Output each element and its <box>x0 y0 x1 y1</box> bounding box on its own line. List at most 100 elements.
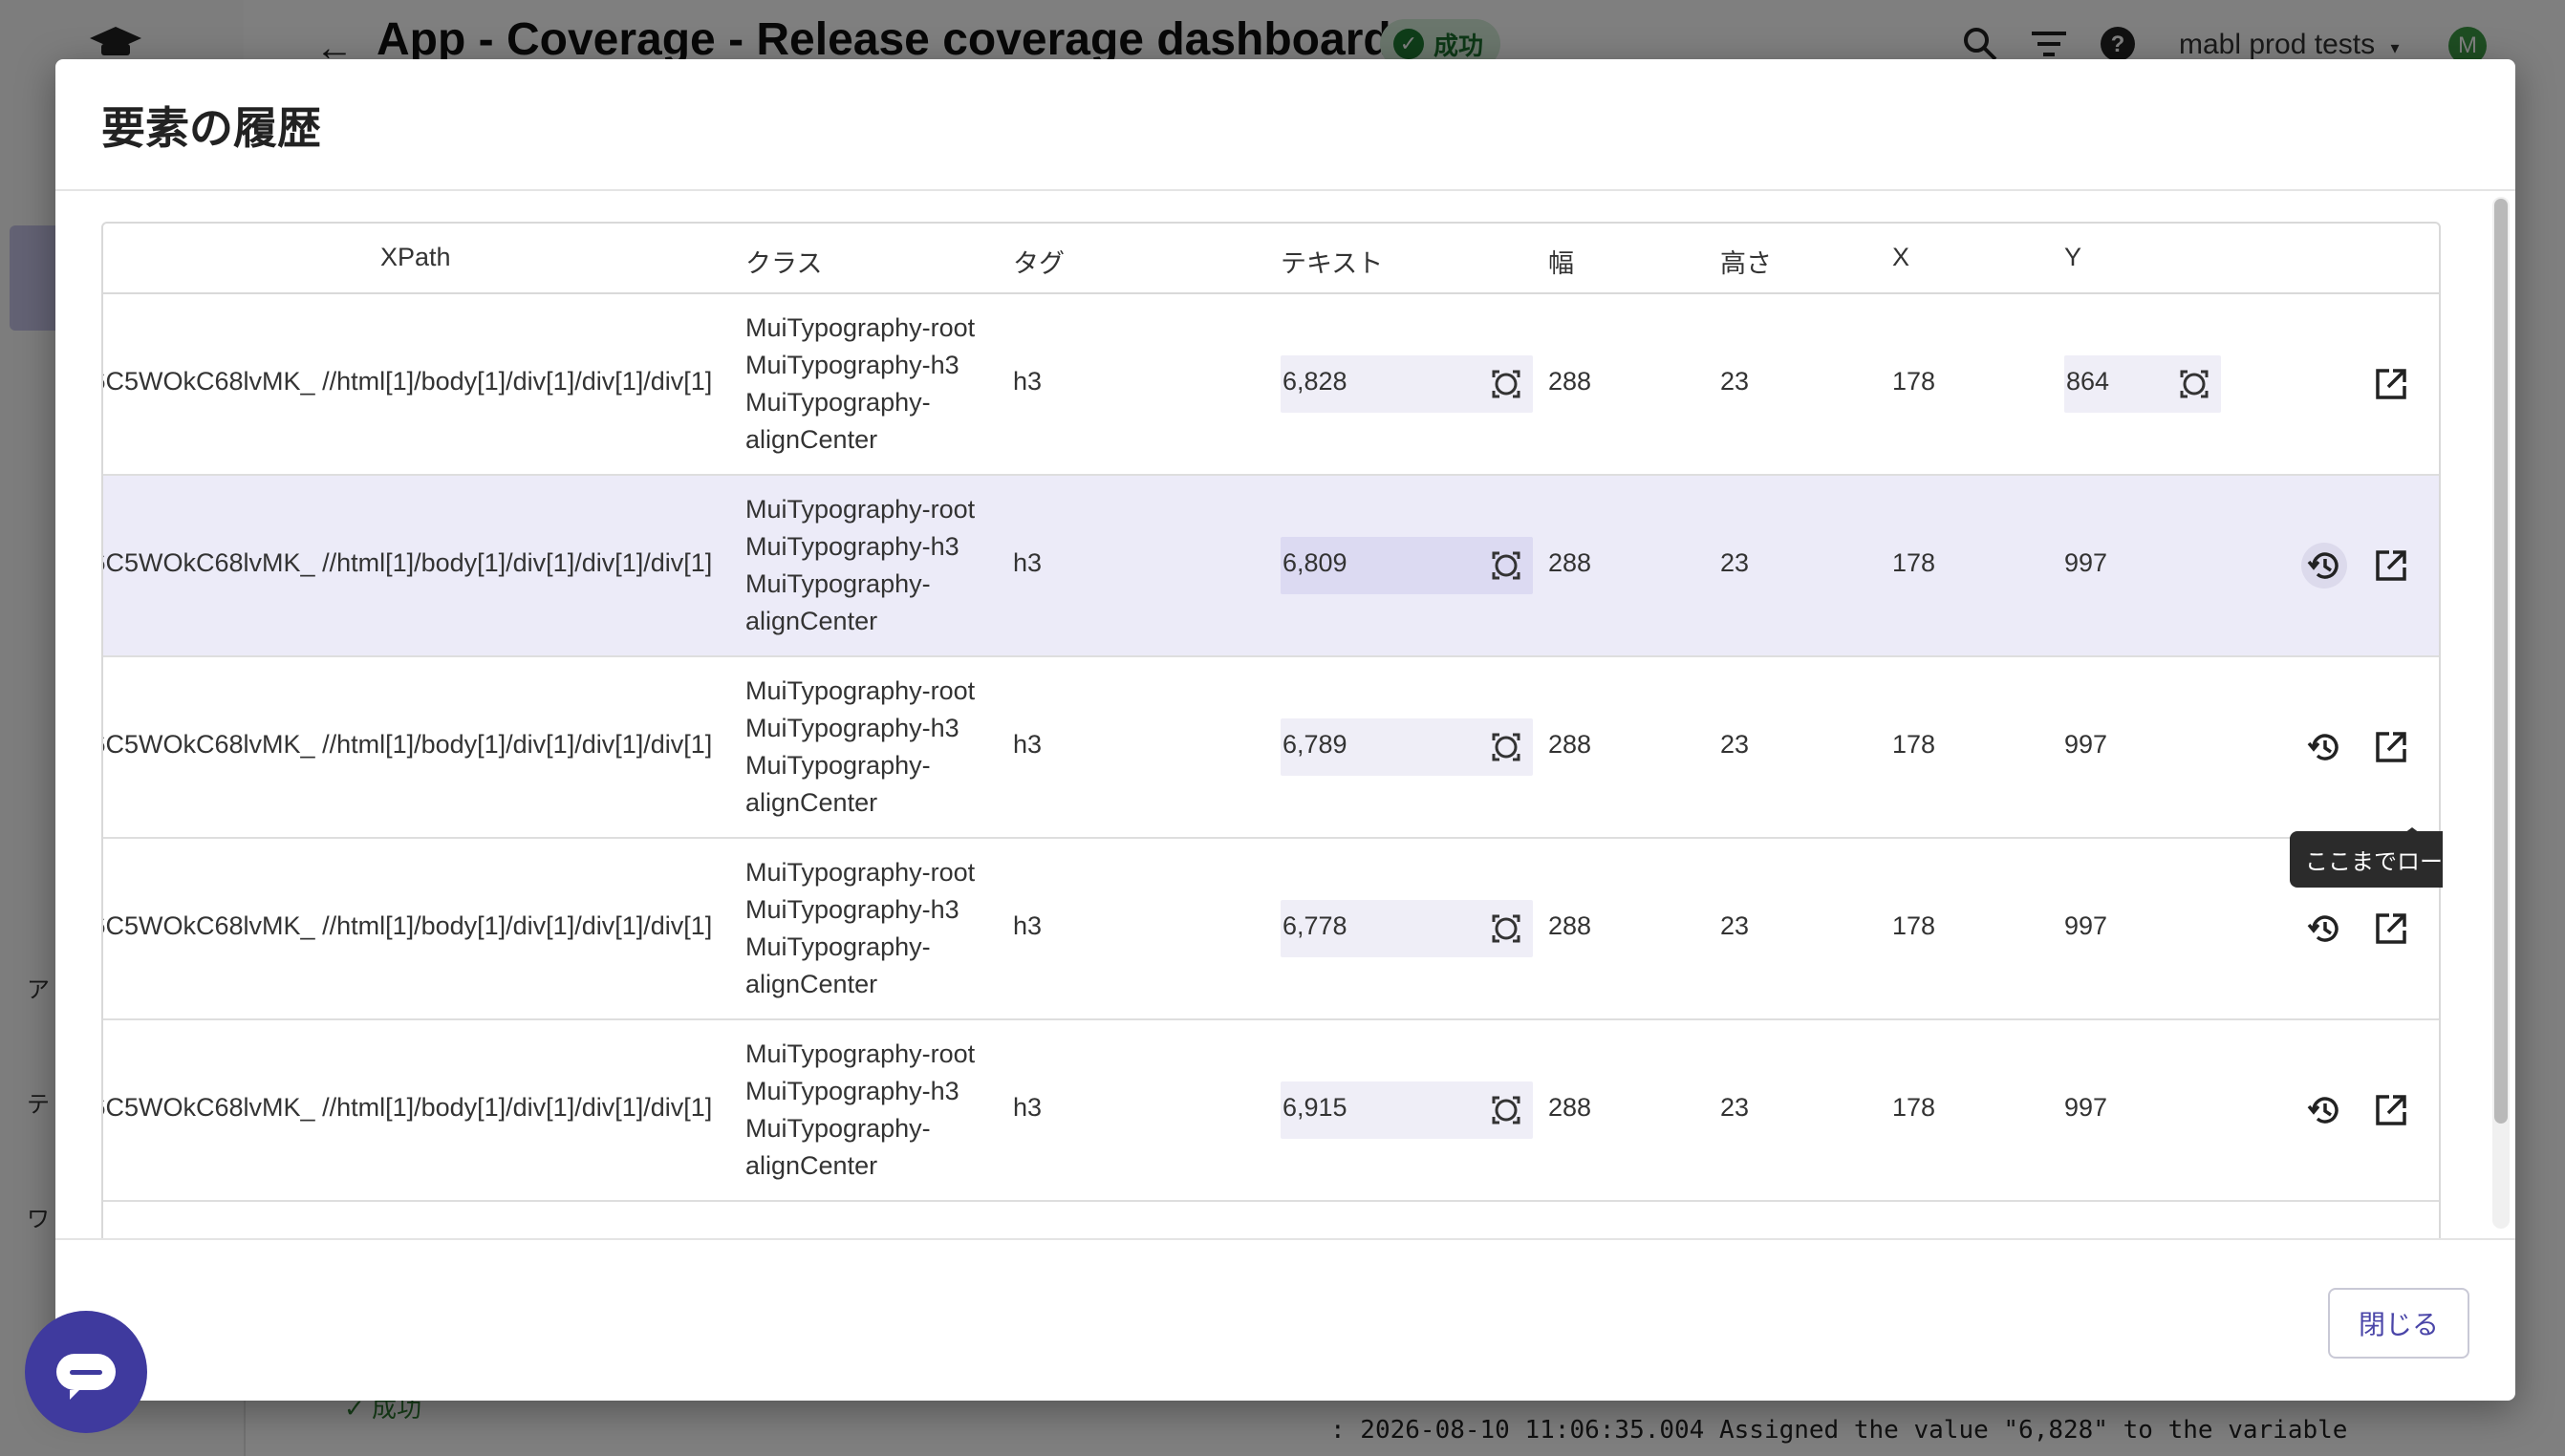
table-header: XPath クラス タグ テキスト 幅 高さ X Y <box>103 224 2439 294</box>
y-cell: 997 <box>2064 730 2108 759</box>
width-cell: 288 <box>1548 730 1592 759</box>
table-row[interactable]: /6C5WOkC68lvMK_ //html[1]/body[1]/div[1]… <box>103 839 2439 1020</box>
table-row[interactable]: /6C5WOkC68lvMK_ //html[1]/body[1]/div[1]… <box>103 1020 2439 1202</box>
chat-button[interactable] <box>25 1311 147 1433</box>
height-cell: 23 <box>1720 730 1750 759</box>
tag-cell: h3 <box>1013 730 1043 759</box>
history-icon <box>2307 1097 2339 1124</box>
tag-cell: h3 <box>1013 911 1043 940</box>
rollback-button[interactable] <box>2301 1087 2347 1133</box>
open-in-new-icon <box>2376 1095 2406 1125</box>
xpath-cell: /6C5WOkC68lvMK_ //html[1]/body[1]/div[1]… <box>103 548 713 577</box>
class-name: MuiTypography- <box>745 388 931 417</box>
open-in-new-button[interactable] <box>2368 724 2414 770</box>
text-value: 6,789 <box>1282 730 1347 759</box>
width-cell: 288 <box>1548 1093 1592 1122</box>
rollback-button[interactable] <box>2301 724 2347 770</box>
column-header-xpath[interactable]: XPath <box>380 243 451 272</box>
width-cell: 288 <box>1548 548 1592 577</box>
element-history-dialog: 要素の履歴 XPath クラス タグ テキスト 幅 高さ X Y /6C5WOk… <box>55 59 2515 1401</box>
table-row[interactable]: /6C5WOkC68lvMK_ //html[1]/body[1]/div[1]… <box>103 294 2439 476</box>
height-cell: 23 <box>1720 1093 1750 1122</box>
column-header-x[interactable]: X <box>1892 243 1909 272</box>
close-button[interactable]: 閉じる <box>2328 1288 2469 1359</box>
y-cell: 997 <box>2064 548 2108 577</box>
text-value: 6,778 <box>1282 911 1347 940</box>
rollback-button[interactable] <box>2301 543 2347 589</box>
xpath-cell: /6C5WOkC68lvMK_ //html[1]/body[1]/div[1]… <box>103 730 713 759</box>
target-icon[interactable] <box>1491 1095 1521 1125</box>
history-icon <box>2307 552 2339 579</box>
class-name: MuiTypography-h3 <box>745 714 959 742</box>
xpath-cell: /6C5WOkC68lvMK_ //html[1]/body[1]/div[1]… <box>103 911 713 940</box>
tag-cell: h3 <box>1013 367 1043 396</box>
text-cell-selected[interactable]: 6,809 <box>1281 537 1533 594</box>
table-row[interactable]: /6C5WOkC68lvMK_ //html[1]/body[1]/div[1]… <box>103 476 2439 657</box>
class-name: alignCenter <box>745 788 878 817</box>
open-in-new-button[interactable] <box>2368 543 2414 589</box>
text-cell-selected[interactable]: 6,789 <box>1281 718 1533 776</box>
open-in-new-icon <box>2376 550 2406 581</box>
table-row[interactable]: /6C5WOkC68lvMK_ //html[1]/body[1]/div[1]… <box>103 657 2439 839</box>
height-cell: 23 <box>1720 911 1750 940</box>
xpath-cell: /6C5WOkC68lvMK_ //html[1]/body[1]/div[1]… <box>103 367 713 396</box>
y-cell: 997 <box>2064 1093 2108 1122</box>
column-header-width[interactable]: 幅 <box>1548 243 1574 280</box>
open-in-new-icon <box>2376 732 2406 762</box>
x-cell: 178 <box>1892 367 1936 396</box>
y-cell-selected[interactable]: 864 <box>2064 355 2221 413</box>
height-cell: 23 <box>1720 367 1750 396</box>
text-cell-selected[interactable]: 6,828 <box>1281 355 1533 413</box>
class-cell: MuiTypography-root MuiTypography-h3 MuiT… <box>745 491 994 640</box>
history-icon <box>2307 915 2339 942</box>
width-cell: 288 <box>1548 367 1592 396</box>
open-in-new-icon <box>2376 913 2406 944</box>
y-cell: 997 <box>2064 911 2108 940</box>
target-icon[interactable] <box>1491 550 1521 581</box>
column-header-height[interactable]: 高さ <box>1720 243 1772 280</box>
class-name: MuiTypography-root <box>745 313 976 342</box>
target-icon[interactable] <box>1491 913 1521 944</box>
class-name: alignCenter <box>745 425 878 454</box>
class-name: MuiTypography- <box>745 932 931 961</box>
history-icon <box>2307 734 2339 760</box>
column-header-tag[interactable]: タグ <box>1013 243 1065 280</box>
column-header-y[interactable]: Y <box>2064 243 2081 272</box>
class-name: MuiTypography- <box>745 569 931 598</box>
scrollbar-thumb[interactable] <box>2494 199 2508 1124</box>
class-name: MuiTypography- <box>745 1114 931 1143</box>
class-name: MuiTypography-h3 <box>745 351 959 379</box>
open-in-new-button[interactable] <box>2368 361 2414 407</box>
divider <box>55 189 2515 191</box>
tag-cell: h3 <box>1013 548 1043 577</box>
target-icon[interactable] <box>1491 369 1521 399</box>
history-table: XPath クラス タグ テキスト 幅 高さ X Y /6C5WOkC68lvM… <box>101 222 2441 1238</box>
text-cell-selected[interactable]: 6,915 <box>1281 1081 1533 1139</box>
column-header-class[interactable]: クラス <box>745 243 822 280</box>
target-icon[interactable] <box>2179 369 2209 399</box>
text-cell-selected[interactable]: 6,778 <box>1281 900 1533 957</box>
xpath-cell: /6C5WOkC68lvMK_ //html[1]/body[1]/div[1]… <box>103 1093 713 1122</box>
chat-icon <box>56 1354 116 1400</box>
class-name: MuiTypography- <box>745 751 931 780</box>
open-in-new-icon <box>2376 369 2406 399</box>
height-cell: 23 <box>1720 548 1750 577</box>
class-name: MuiTypography-h3 <box>745 895 959 924</box>
tag-cell: h3 <box>1013 1093 1043 1122</box>
x-cell: 178 <box>1892 548 1936 577</box>
class-name: MuiTypography-root <box>745 676 976 705</box>
rollback-tooltip: ここまでロールバック <box>2290 827 2443 888</box>
column-header-text[interactable]: テキスト <box>1281 243 1383 280</box>
x-cell: 178 <box>1892 911 1936 940</box>
text-value: 6,809 <box>1282 548 1347 577</box>
open-in-new-button[interactable] <box>2368 1087 2414 1133</box>
target-icon[interactable] <box>1491 732 1521 762</box>
class-name: alignCenter <box>745 1151 878 1180</box>
open-in-new-button[interactable] <box>2368 906 2414 952</box>
rollback-button[interactable] <box>2301 906 2347 952</box>
class-cell: MuiTypography-root MuiTypography-h3 MuiT… <box>745 673 994 822</box>
scrollbar[interactable] <box>2492 197 2510 1229</box>
class-name: alignCenter <box>745 607 878 635</box>
x-cell: 178 <box>1892 1093 1936 1122</box>
class-name: MuiTypography-root <box>745 1039 976 1068</box>
